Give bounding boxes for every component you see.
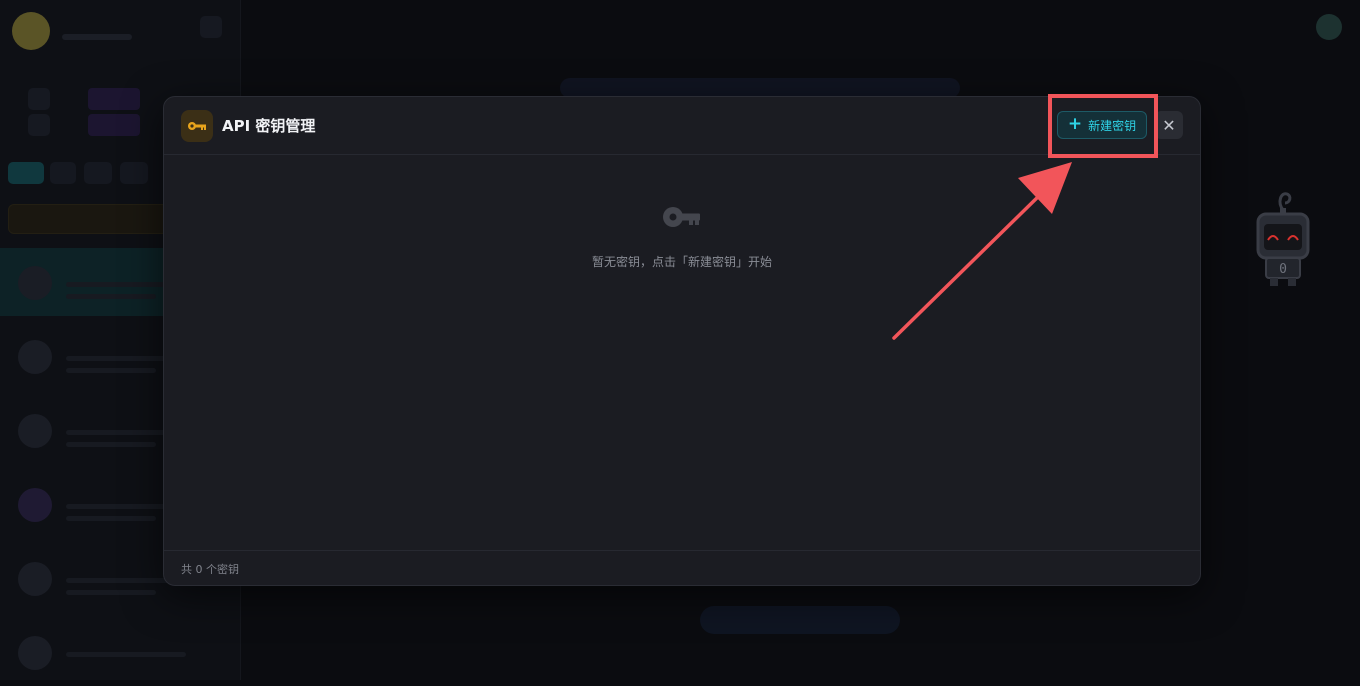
background-filter-chip — [120, 162, 148, 184]
modal-footer: 共 0 个密钥 — [164, 550, 1200, 585]
close-glyph: ✕ — [1162, 115, 1176, 135]
background-toggle-button — [200, 16, 222, 38]
background-cta — [700, 606, 900, 634]
background-filter-chip — [84, 162, 112, 184]
avatar — [12, 12, 50, 50]
background-tab-bar — [560, 78, 960, 98]
background-subtitle-placeholder — [62, 34, 132, 40]
background-filter-chip — [8, 162, 44, 184]
robot-mascot-icon: 0 — [1256, 192, 1310, 286]
background-stat-icon — [28, 114, 50, 136]
background-stat-icon — [28, 88, 50, 110]
background-list-item — [0, 618, 240, 686]
modal-header: API 密钥管理 + 新建密钥 ✕ — [164, 97, 1200, 155]
background-stat — [88, 88, 140, 110]
arrow-icon — [892, 162, 1072, 340]
background-status-icon — [1316, 14, 1342, 40]
close-icon[interactable]: ✕ — [1155, 111, 1183, 139]
key-count: 共 0 个密钥 — [181, 563, 239, 576]
background-stat — [88, 114, 140, 136]
modal-title: API 密钥管理 — [222, 117, 316, 135]
svg-text:0: 0 — [1279, 262, 1287, 277]
highlight-box — [1048, 94, 1158, 158]
background-filter-chip — [50, 162, 76, 184]
key-icon — [662, 205, 702, 233]
key-icon — [181, 110, 213, 142]
